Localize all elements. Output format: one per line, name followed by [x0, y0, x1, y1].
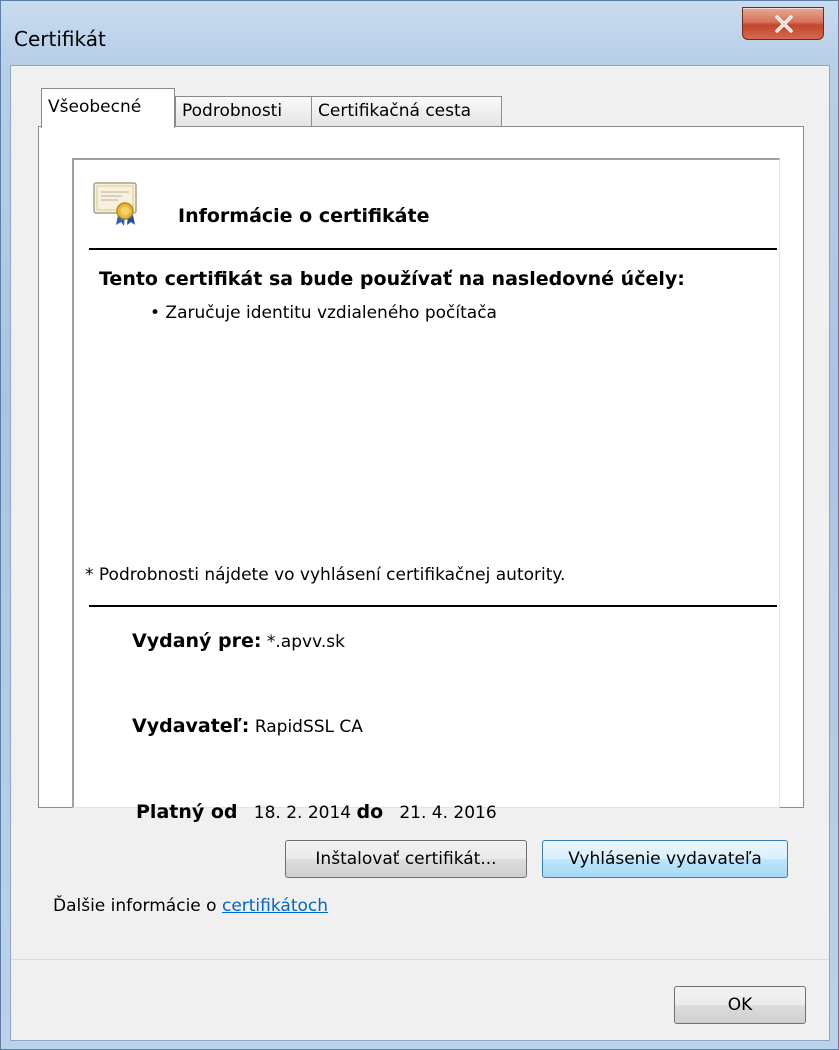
- issuer-value[interactable]: RapidSSL CA: [255, 717, 363, 737]
- close-button[interactable]: [742, 7, 824, 40]
- tab-certification-path[interactable]: Certifikačná cesta: [311, 96, 502, 126]
- title-bar[interactable]: Certifikát: [1, 1, 838, 65]
- valid-from-label: Platný od: [136, 801, 238, 823]
- certificates-link[interactable]: certifikátoch: [222, 896, 328, 916]
- issuer-label: Vydavateľ:: [132, 715, 250, 737]
- general-tab-panel: Informácie o certifikáte Tento certifiká…: [38, 126, 804, 823]
- issued-to-value[interactable]: *.apvv.sk: [267, 632, 345, 652]
- info-title: Informácie o certifikáte: [178, 205, 430, 227]
- issued-to-label: Vydaný pre:: [132, 630, 262, 652]
- tab-details[interactable]: Podrobnosti: [175, 96, 312, 126]
- tab-general[interactable]: Všeobecné: [41, 88, 175, 128]
- certificate-icon: [93, 182, 137, 226]
- footnote: * Podrobnosti nájdete vo vyhlásení certi…: [85, 565, 566, 585]
- issued-to-row: Vydaný pre: *.apvv.sk: [132, 630, 345, 652]
- footer-divider: [11, 959, 829, 960]
- valid-to-value: 21. 4. 2016: [399, 803, 497, 823]
- certificate-dialog: Certifikát Všeobecné Podrobnosti Certifi…: [0, 0, 839, 1050]
- valid-to-label: do: [356, 801, 384, 823]
- ok-button[interactable]: OK: [674, 986, 806, 1024]
- purposes-heading: Tento certifikát sa bude používať na nas…: [99, 268, 685, 290]
- more-info-text: Ďalšie informácie o certifikátoch: [53, 896, 328, 916]
- divider-top: [89, 248, 777, 250]
- purpose-item: • Zaručuje identitu vzdialeného počítača: [150, 303, 497, 323]
- valid-from-value: 18. 2. 2014: [253, 803, 352, 823]
- issuer-row: Vydavateľ: RapidSSL CA: [132, 715, 363, 737]
- tab-certification-path-label: Certifikačná cesta: [318, 101, 472, 121]
- close-x-icon: [775, 15, 793, 33]
- certificate-info-box: Informácie o certifikáte Tento certifiká…: [72, 158, 780, 823]
- window-title: Certifikát: [14, 27, 106, 51]
- more-info-prefix: Ďalšie informácie o: [53, 896, 222, 916]
- dialog-client-area: Všeobecné Podrobnosti Certifikačná cesta: [10, 65, 830, 1041]
- install-certificate-button[interactable]: Inštalovať certifikát...: [285, 840, 527, 878]
- tab-details-label: Podrobnosti: [182, 101, 283, 121]
- validity-row: Platný od 18. 2. 2014 do 21. 4. 2016: [136, 801, 497, 823]
- divider-bottom: [89, 605, 777, 607]
- tab-general-label: Všeobecné: [48, 97, 142, 117]
- issuer-statement-button[interactable]: Vyhlásenie vydavateľa: [542, 840, 788, 878]
